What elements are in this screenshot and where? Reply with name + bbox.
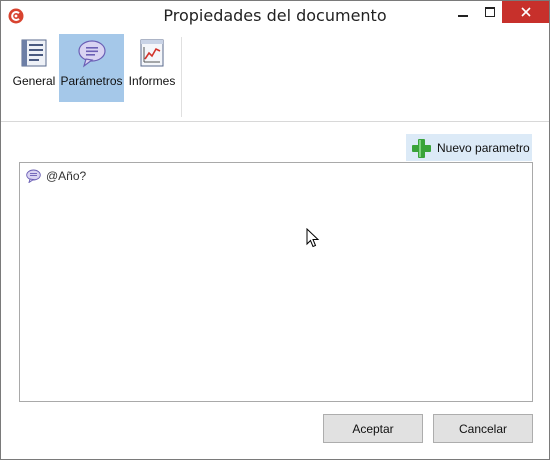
- tab-general[interactable]: General: [10, 34, 58, 102]
- tab-parametros-label: Parámetros: [60, 74, 123, 88]
- document-list-icon: [21, 39, 47, 67]
- dialog-window: Propiedades del documento General Paráme…: [0, 0, 550, 460]
- close-icon: [520, 7, 531, 17]
- list-item[interactable]: @Año?: [26, 169, 86, 183]
- speech-bubble-icon: [26, 169, 41, 183]
- title-bar[interactable]: Propiedades del documento: [1, 1, 549, 31]
- tab-general-label: General: [12, 74, 56, 88]
- tab-informes[interactable]: Informes: [126, 34, 178, 102]
- new-parameter-button[interactable]: Nuevo parametro: [406, 134, 532, 161]
- maximize-icon: [485, 7, 495, 17]
- tab-informes-label: Informes: [128, 74, 176, 88]
- ribbon-separator: [181, 37, 182, 117]
- tab-parametros[interactable]: Parámetros: [59, 34, 124, 102]
- parameter-name: @Año?: [46, 169, 87, 183]
- new-parameter-label: Nuevo parametro: [437, 140, 530, 155]
- toolbar-ribbon: General Parámetros Informes: [1, 31, 549, 122]
- maximize-button[interactable]: [475, 1, 505, 23]
- mouse-cursor-icon: [306, 228, 320, 248]
- parameters-list[interactable]: @Año?: [19, 162, 533, 402]
- speech-bubble-icon: [77, 40, 106, 68]
- cancel-button[interactable]: Cancelar: [433, 414, 533, 443]
- accept-button[interactable]: Aceptar: [323, 414, 423, 443]
- close-button[interactable]: [502, 1, 549, 23]
- add-plus-icon: [412, 138, 431, 158]
- minimize-button[interactable]: [448, 1, 478, 23]
- minimize-icon: [458, 15, 468, 17]
- chart-report-icon: [140, 39, 164, 67]
